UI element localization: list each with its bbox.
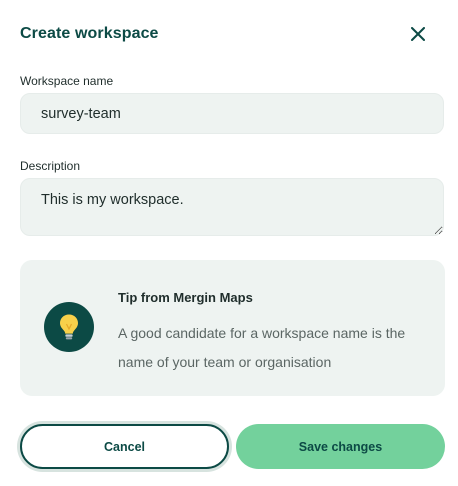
dialog-header: Create workspace — [20, 22, 438, 46]
create-workspace-dialog: Create workspace Workspace name Descript… — [0, 0, 458, 486]
close-button[interactable] — [406, 22, 430, 46]
tip-title: Tip from Mergin Maps — [118, 290, 253, 305]
close-icon — [411, 27, 425, 41]
workspace-name-label: Workspace name — [20, 74, 114, 88]
tip-text: A good candidate for a workspace name is… — [118, 325, 406, 370]
lightbulb-icon — [60, 314, 78, 340]
tip-card: Tip from Mergin Maps A good candidate fo… — [20, 260, 445, 396]
dialog-title: Create workspace — [20, 25, 159, 42]
description-label: Description — [20, 159, 81, 173]
tip-icon-badge — [44, 302, 94, 352]
description-textarea[interactable]: This is my workspace. — [20, 178, 444, 236]
workspace-name-input[interactable] — [20, 93, 444, 134]
cancel-button[interactable]: Cancel — [20, 424, 229, 469]
save-changes-button[interactable]: Save changes — [236, 424, 445, 469]
